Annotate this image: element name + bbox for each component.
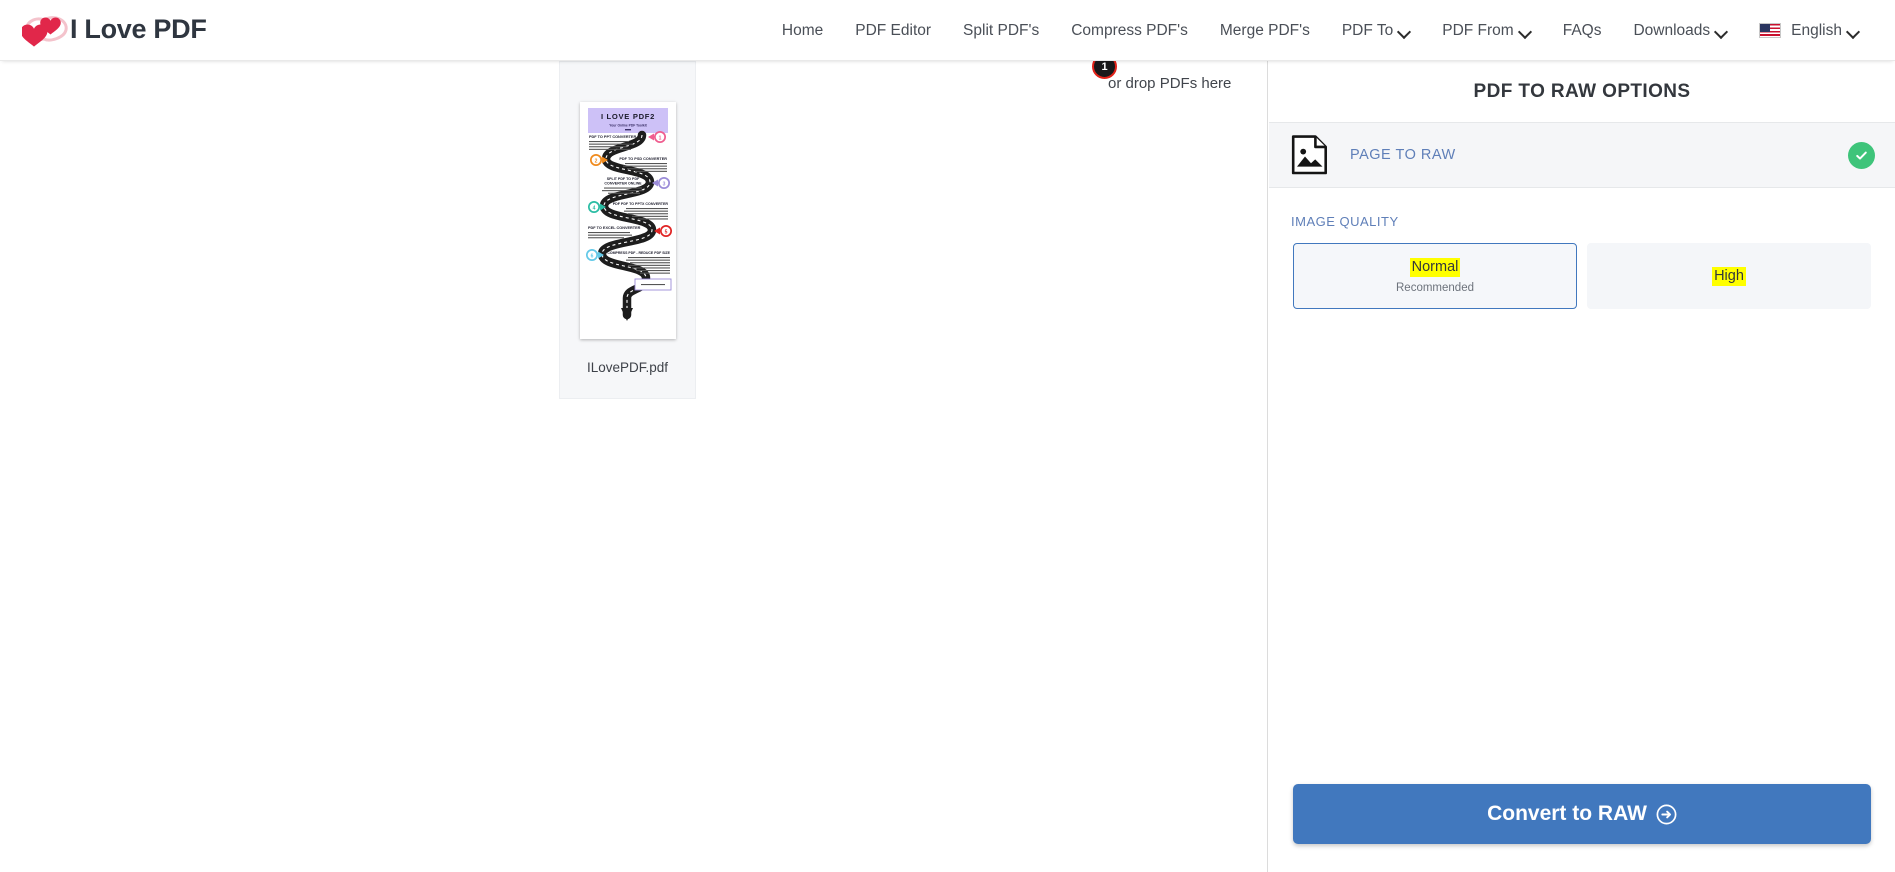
svg-text:SPLIT PDF TO PDF: SPLIT PDF TO PDF	[606, 177, 639, 181]
main-navigation: Home PDF Editor Split PDF's Compress PDF…	[766, 0, 1875, 61]
svg-text:1: 1	[658, 135, 661, 141]
tool-label: PAGE TO RAW	[1350, 147, 1456, 163]
tool-row-page-to-raw[interactable]: PAGE TO RAW	[1269, 123, 1895, 188]
nav-label: PDF Editor	[855, 22, 932, 39]
svg-text:PDF PDF TO PPTX CONVERTER: PDF PDF TO PPTX CONVERTER	[612, 202, 668, 206]
nav-label: Home	[781, 22, 824, 39]
nav-label: PDF To	[1341, 22, 1394, 39]
svg-text:2: 2	[594, 158, 597, 164]
nav-item-faqs[interactable]: FAQs	[1547, 0, 1618, 61]
svg-text:3: 3	[662, 181, 665, 187]
nav-item-compress-pdfs[interactable]: Compress PDF's	[1055, 0, 1204, 61]
file-card[interactable]: I LOVE PDF2 Your Online PDF Toolkit 1 PD…	[559, 61, 696, 399]
options-panel: PDF TO RAW OPTIONS PAGE TO RAW IMAGE QUA…	[1269, 61, 1895, 872]
panel-title: PDF TO RAW OPTIONS	[1269, 61, 1895, 123]
document-image-icon	[1291, 135, 1327, 175]
file-thumbnail: I LOVE PDF2 Your Online PDF Toolkit 1 PD…	[579, 102, 676, 339]
brand-name: I Love PDF	[70, 14, 207, 44]
svg-text:5: 5	[664, 229, 667, 235]
nav-label: Merge PDF's	[1219, 22, 1310, 39]
arrow-right-circle-icon	[1656, 804, 1677, 824]
convert-to-raw-button[interactable]: Convert to RAW	[1293, 784, 1871, 844]
file-workspace[interactable]: 1 or drop PDFs here I LOVE PDF2 Your Onl…	[0, 54, 1268, 872]
nav-item-pdf-editor[interactable]: PDF Editor	[839, 0, 947, 61]
convert-button-container: Convert to RAW	[1269, 784, 1895, 872]
svg-text:Your Online PDF Toolkit: Your Online PDF Toolkit	[609, 124, 647, 128]
us-flag-icon	[1759, 23, 1782, 38]
check-circle-icon	[1848, 141, 1875, 169]
chevron-down-icon	[1848, 26, 1859, 37]
image-quality-options: Normal Recommended High	[1293, 243, 1871, 309]
language-label: English	[1791, 22, 1842, 39]
svg-text:6: 6	[590, 253, 593, 259]
nav-label: Downloads	[1633, 22, 1711, 39]
image-quality-label: IMAGE QUALITY	[1291, 214, 1399, 229]
chevron-down-icon	[1716, 26, 1727, 37]
quality-option-title: Normal	[1409, 258, 1461, 277]
quality-option-title: High	[1712, 266, 1746, 286]
quality-option-normal[interactable]: Normal Recommended	[1293, 243, 1577, 309]
svg-text:PDF TO PPT CONVERTER: PDF TO PPT CONVERTER	[589, 135, 636, 139]
quality-option-subtitle: Recommended	[1396, 282, 1474, 294]
svg-text:PDF TO EXCEL CONVERTER: PDF TO EXCEL CONVERTER	[588, 226, 641, 230]
nav-item-split-pdfs[interactable]: Split PDF's	[947, 0, 1055, 61]
svg-text:PDF TO PSD CONVERTER: PDF TO PSD CONVERTER	[619, 157, 667, 161]
nav-label: Split PDF's	[963, 22, 1040, 39]
site-header: I Love PDF Home PDF Editor Split PDF's C…	[0, 0, 1895, 61]
two-hearts-logo-icon	[22, 16, 68, 47]
nav-item-downloads[interactable]: Downloads	[1617, 0, 1743, 61]
convert-button-label: Convert to RAW	[1487, 802, 1647, 825]
drop-files-hint: or drop PDFs here	[1108, 75, 1232, 92]
svg-text:4: 4	[592, 205, 595, 211]
nav-item-pdf-to[interactable]: PDF To	[1326, 0, 1426, 61]
nav-item-merge-pdfs[interactable]: Merge PDF's	[1204, 0, 1326, 61]
svg-text:COMPRESS PDF - REDUCE PDF SIZE: COMPRESS PDF - REDUCE PDF SIZE	[607, 251, 670, 255]
svg-text:CONVERTER ONLINE: CONVERTER ONLINE	[604, 182, 642, 186]
chevron-down-icon	[1399, 26, 1410, 37]
nav-item-home[interactable]: Home	[766, 0, 839, 61]
nav-item-pdf-from[interactable]: PDF From	[1426, 0, 1546, 61]
svg-text:I LOVE PDF2: I LOVE PDF2	[600, 112, 654, 121]
chevron-down-icon	[1520, 26, 1531, 37]
quality-option-high[interactable]: High	[1587, 243, 1871, 309]
language-selector[interactable]: English	[1743, 0, 1875, 61]
nav-label: FAQs	[1562, 22, 1602, 39]
file-name-label: ILovePDF.pdf	[586, 360, 669, 375]
brand-logo-link[interactable]: I Love PDF	[22, 8, 207, 50]
nav-label: PDF From	[1442, 22, 1514, 39]
nav-label: Compress PDF's	[1071, 22, 1188, 39]
image-quality-section: IMAGE QUALITY Normal Recommended High	[1269, 188, 1895, 309]
pdf-page-preview-icon: I LOVE PDF2 Your Online PDF Toolkit 1 PD…	[579, 102, 676, 339]
